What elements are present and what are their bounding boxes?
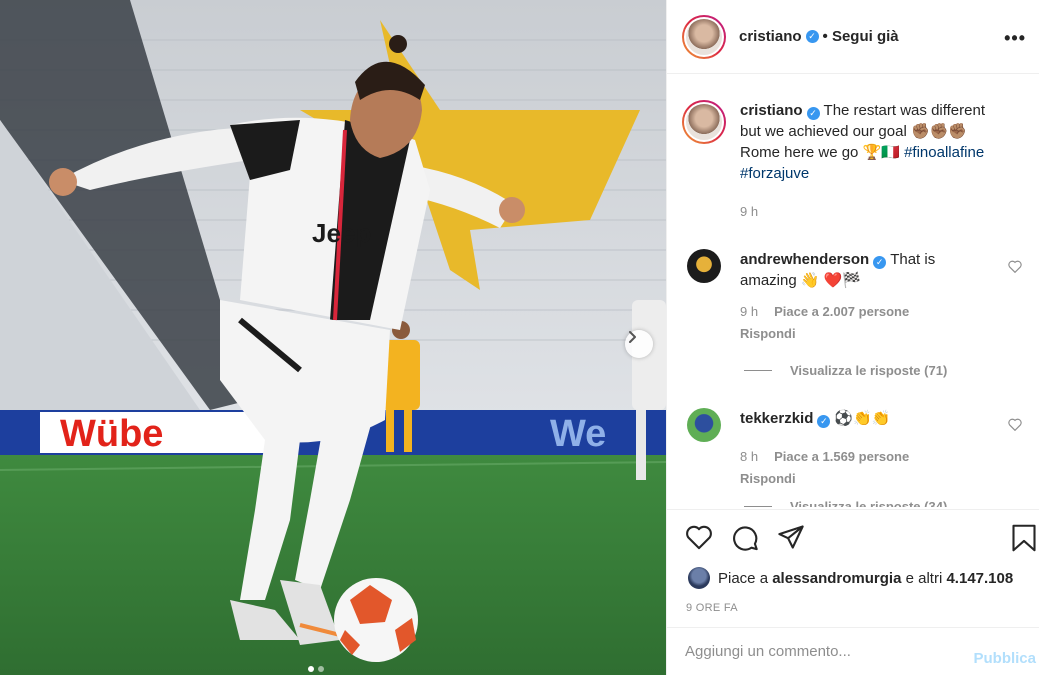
reply-button[interactable]: Rispondi <box>740 468 995 489</box>
post-actions: Piace a alessandromurgia e altri 4.147.1… <box>667 509 1039 627</box>
more-options-icon[interactable]: ••• <box>1004 28 1026 49</box>
comment-like-icon[interactable] <box>1008 418 1022 431</box>
caption-time[interactable]: 9 h <box>740 201 995 222</box>
commenter-username[interactable]: tekkerzkid <box>740 410 813 427</box>
next-slide-button[interactable] <box>625 330 653 358</box>
caption-avatar[interactable] <box>682 100 726 144</box>
ad-board-text-2: We <box>550 413 606 455</box>
comment-item: andrewhenderson ✓ That is amazing 👋 ❤️🏁 9 … <box>682 249 995 344</box>
caption: cristiano ✓ The restart was different but … <box>682 100 995 222</box>
view-replies-label: Visualizza le risposte (71) <box>790 363 948 378</box>
comment-like-icon[interactable] <box>1008 260 1022 273</box>
commenter-username[interactable]: andrewhenderson <box>740 251 869 268</box>
share-icon[interactable] <box>777 524 805 550</box>
carousel-dot-active <box>308 666 314 672</box>
follow-status-label: Segui già <box>831 28 899 45</box>
comments-list[interactable]: cristiano ✓ The restart was different but … <box>667 75 1039 507</box>
commenter-avatar[interactable] <box>687 249 721 283</box>
author-username[interactable]: cristiano <box>739 28 802 45</box>
likes-suffix: e altri <box>905 569 943 587</box>
post-side-panel: cristiano ✓ • Segui già ••• cristiano ✓ Th… <box>666 0 1039 675</box>
caption-username[interactable]: cristiano <box>740 102 803 119</box>
comment-time[interactable]: 8 h <box>740 449 758 464</box>
ad-board-text: Wübe <box>60 413 163 455</box>
comment-time[interactable]: 9 h <box>740 304 758 319</box>
post-timestamp[interactable]: 9 ORE FA <box>686 602 738 614</box>
post-photo[interactable]: Wübe We Jeep <box>0 0 666 675</box>
post-header: cristiano ✓ • Segui già ••• <box>667 0 1039 74</box>
comment-likes[interactable]: Piace a 1.569 persone <box>774 449 909 464</box>
chevron-right-icon <box>629 331 636 343</box>
carousel-indicator <box>308 666 324 672</box>
carousel-dot <box>318 666 324 672</box>
commenter-avatar[interactable] <box>687 408 721 442</box>
verified-badge-icon: ✓ <box>873 256 887 269</box>
add-comment-bar: Pubblica <box>667 627 1039 675</box>
jersey-sponsor-text: Jeep <box>312 218 371 248</box>
publish-button[interactable]: Pubblica <box>973 650 1036 667</box>
verified-badge-icon: ✓ <box>805 30 819 43</box>
comment-text: ⚽👏👏 <box>834 410 891 427</box>
likes-prefix: Piace a <box>718 569 769 587</box>
football <box>334 578 418 662</box>
heart-icon[interactable] <box>685 524 713 550</box>
liker-avatar <box>688 567 710 589</box>
comment-icon[interactable] <box>731 524 759 552</box>
author-avatar[interactable] <box>682 14 726 59</box>
liker-username[interactable]: alessandromurgia <box>772 570 901 587</box>
follow-status[interactable]: • Segui già <box>823 28 899 45</box>
comment-input[interactable] <box>685 643 955 660</box>
view-replies-button[interactable]: Visualizza le risposte (71) <box>744 363 947 378</box>
instagram-post-modal: Wübe We Jeep cristiano ✓ • Segui già •••… <box>0 0 1039 675</box>
view-replies-label: Visualizza le risposte (34) <box>790 499 948 507</box>
bookmark-icon[interactable] <box>1011 524 1037 552</box>
hashtag-link[interactable]: #finoallafine <box>904 144 984 161</box>
verified-badge-icon: ✓ <box>817 415 831 428</box>
caption-text-2: Rome here we go 🏆🇮🇹 <box>740 144 900 161</box>
reply-button[interactable]: Rispondi <box>740 323 995 344</box>
comment-likes[interactable]: Piace a 2.007 persone <box>774 304 909 319</box>
likes-summary[interactable]: Piace a alessandromurgia e altri 4.147.1… <box>688 567 1013 589</box>
verified-badge-icon: ✓ <box>806 107 820 120</box>
likes-count[interactable]: 4.147.108 <box>946 570 1013 587</box>
view-replies-button[interactable]: Visualizza le risposte (34) <box>744 499 947 507</box>
football-photo: Wübe We Jeep <box>0 0 666 675</box>
comment-item: tekkerzkid ✓ ⚽👏👏 8 h Piace a 1.569 persone … <box>682 408 995 489</box>
hashtag-link[interactable]: #forzajuve <box>740 165 809 182</box>
